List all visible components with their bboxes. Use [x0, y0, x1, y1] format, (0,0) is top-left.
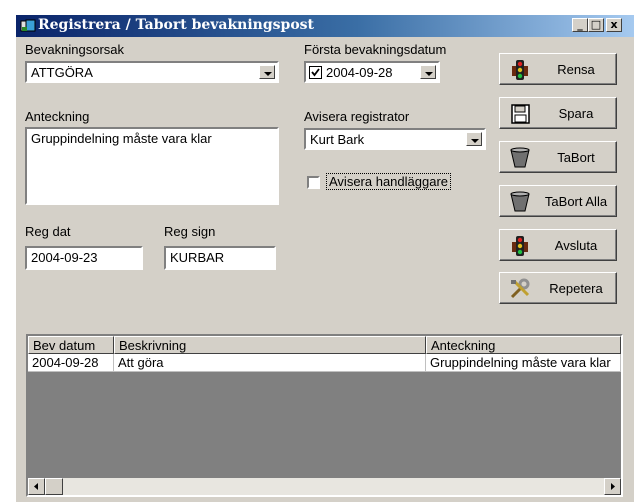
title-bar[interactable]: Registrera / Tabort bevakningspost _ □ x: [16, 15, 634, 37]
minimize-button[interactable]: _: [572, 18, 588, 32]
bevakningsorsak-select[interactable]: ATTGÖRA: [25, 61, 279, 83]
bevakningsorsak-label: Bevakningsorsak: [25, 42, 124, 57]
spara-label: Spara: [558, 106, 594, 121]
horizontal-scrollbar[interactable]: [28, 478, 621, 495]
close-icon: x: [610, 18, 618, 31]
chevron-down-icon[interactable]: [259, 65, 275, 79]
reg-sign-field[interactable]: KURBAR: [164, 246, 276, 270]
table-cell[interactable]: 2004-09-28: [28, 354, 114, 372]
column-header-anteckning[interactable]: Anteckning: [426, 336, 621, 354]
anteckning-textarea[interactable]: Gruppindelning måste vara klar: [25, 127, 279, 205]
avisera-registrator-label: Avisera registrator: [304, 109, 410, 124]
rensa-button[interactable]: Rensa: [499, 53, 617, 85]
tabort-button[interactable]: TaBort: [499, 141, 617, 173]
reg-sign-value: KURBAR: [170, 250, 225, 265]
tabort-label: TaBort: [557, 150, 595, 165]
repetera-label: Repetera: [549, 281, 603, 296]
avisera-registrator-select[interactable]: Kurt Bark: [304, 128, 486, 150]
forsta-bevakningsdatum-label: Första bevakningsdatum: [304, 42, 447, 57]
column-header-bev-datum[interactable]: Bev datum: [28, 336, 114, 354]
column-header-beskrivning[interactable]: Beskrivning: [114, 336, 426, 354]
rensa-label: Rensa: [557, 62, 595, 77]
minimize-icon: _: [577, 18, 583, 31]
forsta-date-checkbox[interactable]: [309, 66, 322, 79]
forsta-bevakningsdatum-picker[interactable]: 2004-09-28: [304, 61, 440, 83]
scroll-left-button[interactable]: [28, 478, 45, 495]
trash-bin-icon: [510, 147, 530, 168]
app-icon: [20, 19, 36, 32]
chevron-down-icon[interactable]: [466, 132, 482, 146]
scroll-thumb[interactable]: [45, 478, 63, 495]
close-button[interactable]: x: [606, 18, 622, 32]
forsta-date-value: 2004-09-28: [326, 65, 393, 80]
reg-dat-label: Reg dat: [25, 224, 71, 239]
window-title: Registrera / Tabort bevakningspost: [38, 17, 315, 33]
anteckning-label: Anteckning: [25, 109, 90, 124]
traffic-light-icon: [512, 236, 528, 256]
trash-bin-icon: [510, 191, 530, 212]
avisera-handlaggare-label[interactable]: Avisera handläggare: [326, 173, 452, 190]
floppy-disk-icon: [511, 104, 530, 124]
reg-dat-value: 2004-09-23: [31, 250, 98, 265]
reg-sign-label: Reg sign: [164, 224, 216, 239]
arrow-right-icon: [611, 483, 615, 490]
repetera-button[interactable]: Repetera: [499, 272, 617, 304]
bevakningsorsak-value: ATTGÖRA: [31, 65, 93, 80]
maximize-button[interactable]: □: [588, 18, 604, 32]
tabort-alla-button[interactable]: TaBort Alla: [499, 185, 617, 217]
avisera-registrator-value: Kurt Bark: [310, 132, 365, 147]
chevron-down-icon[interactable]: [420, 65, 436, 79]
checkmark-icon: [311, 68, 320, 77]
tabort-alla-label: TaBort Alla: [544, 194, 608, 209]
anteckning-value: Gruppindelning måste vara klar: [31, 131, 212, 146]
spara-button[interactable]: Spara: [499, 97, 617, 129]
traffic-light-icon: [512, 60, 528, 80]
avisera-handlaggare-checkbox[interactable]: [307, 176, 320, 189]
app-window: Registrera / Tabort bevakningspost _ □ x…: [15, 14, 634, 502]
avsluta-button[interactable]: Avsluta: [499, 229, 617, 261]
table-cell[interactable]: Gruppindelning måste vara klar: [426, 354, 621, 372]
table-cell[interactable]: Att göra: [114, 354, 426, 372]
arrow-left-icon: [34, 483, 38, 490]
reg-dat-field[interactable]: 2004-09-23: [25, 246, 143, 270]
avsluta-label: Avsluta: [554, 238, 598, 253]
scroll-right-button[interactable]: [604, 478, 621, 495]
wrench-tools-icon: [510, 278, 530, 299]
bevakning-grid[interactable]: Bev datum Beskrivning Anteckning 2004-09…: [26, 334, 623, 497]
maximize-icon: □: [590, 18, 602, 31]
